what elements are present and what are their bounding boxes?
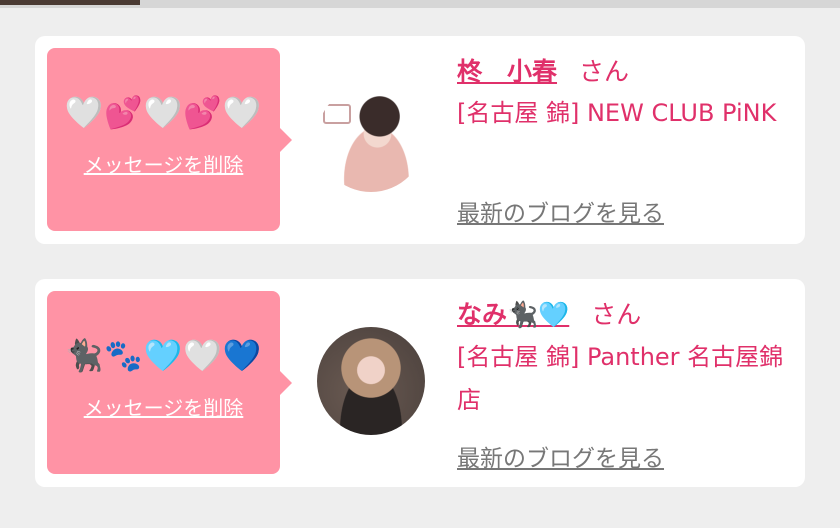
favorite-card: 🐈‍⬛🐾🩵🤍💙 メッセージを削除 なみ🐈‍⬛🩵 さん [名古屋 錦] Panthe…	[35, 279, 805, 487]
message-text: 🐈‍⬛🐾🩵🤍💙	[64, 338, 263, 374]
latest-blog-link[interactable]: 最新のブログを見る	[457, 194, 664, 228]
message-bubble: 🤍💕🤍💕🤍 メッセージを削除	[47, 48, 292, 231]
latest-blog-link[interactable]: 最新のブログを見る	[457, 439, 664, 473]
girl-name-link[interactable]: なみ🐈‍⬛🩵	[457, 300, 569, 329]
shop-name: [名古屋 錦] Panther 名古屋錦店	[457, 343, 784, 414]
shop-logo-icon	[323, 104, 351, 124]
delete-message-link[interactable]: メッセージを削除	[47, 152, 280, 178]
favorite-card: 🤍💕🤍💕🤍 メッセージを削除 柊 小春 さん [名古屋 錦] NEW CLUB P…	[35, 36, 805, 244]
message-text: 🤍💕🤍💕🤍	[64, 95, 263, 131]
top-bar-accent	[0, 0, 140, 5]
name-suffix: さん	[591, 300, 642, 329]
girl-name-link[interactable]: 柊 小春	[457, 57, 557, 86]
delete-message-link[interactable]: メッセージを削除	[47, 395, 280, 421]
shop-name: [名古屋 錦] NEW CLUB PiNK	[457, 99, 777, 127]
name-suffix: さん	[579, 57, 630, 86]
name-line: なみ🐈‍⬛🩵 さん	[457, 295, 641, 331]
name-line: 柊 小春 さん	[457, 52, 629, 88]
avatar[interactable]	[317, 327, 425, 435]
avatar[interactable]	[317, 84, 425, 192]
message-bubble: 🐈‍⬛🐾🩵🤍💙 メッセージを削除	[47, 291, 292, 474]
